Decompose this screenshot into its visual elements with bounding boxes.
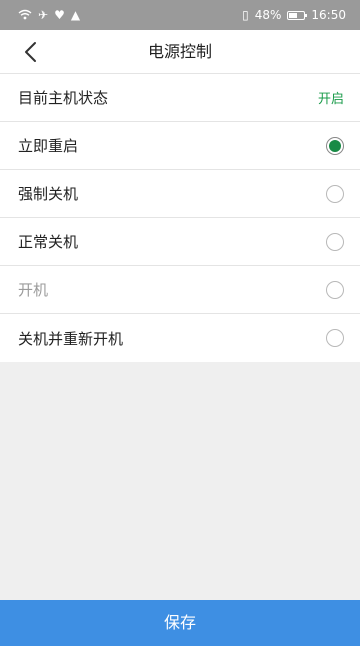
header: 电源控制 xyxy=(0,30,360,74)
option-label: 强制关机 xyxy=(18,185,79,203)
page-title: 电源控制 xyxy=(147,42,212,61)
option-label: 关机并重新开机 xyxy=(18,329,124,348)
airplane-icon: ✈ xyxy=(38,8,49,22)
option-normal-shutdown[interactable]: 正常关机 xyxy=(0,218,360,266)
radio-restart-now[interactable] xyxy=(326,136,344,155)
option-label: 立即重启 xyxy=(18,137,79,155)
battery-percent: 48% xyxy=(254,8,282,22)
current-status-value: 开启 xyxy=(317,92,344,107)
battery-icon xyxy=(287,10,308,20)
option-power-on[interactable]: 开机 xyxy=(0,266,360,314)
warning-icon: ▲ xyxy=(70,8,81,22)
status-bar: ✈ ♥ ▲ ▯ 48% 16:50 xyxy=(0,0,360,30)
current-status-label: 目前主机状态 xyxy=(18,89,109,107)
wifi-icon xyxy=(18,9,32,22)
status-right: ▯ 48% 16:50 xyxy=(242,8,346,22)
heart-icon: ♥ xyxy=(54,8,65,22)
current-status-row: 目前主机状态 开启 xyxy=(0,74,360,122)
option-force-shutdown[interactable]: 强制关机 xyxy=(0,170,360,218)
save-button[interactable]: 保存 xyxy=(0,600,360,646)
option-label: 正常关机 xyxy=(18,233,79,251)
option-restart-now[interactable]: 立即重启 xyxy=(0,122,360,170)
option-label: 开机 xyxy=(18,281,49,299)
status-left: ✈ ♥ ▲ xyxy=(18,9,80,22)
clock: 16:50 xyxy=(311,8,346,22)
radio-shutdown-and-restart[interactable] xyxy=(326,329,344,347)
radio-normal-shutdown[interactable] xyxy=(326,232,344,251)
power-options-list: 目前主机状态 开启 立即重启 强制关机 正常关机 开机 关机并重新开机 xyxy=(0,74,360,362)
option-shutdown-and-restart[interactable]: 关机并重新开机 xyxy=(0,314,360,362)
vibrate-icon: ▯ xyxy=(242,8,249,22)
radio-power-on[interactable] xyxy=(326,280,344,299)
radio-force-shutdown[interactable] xyxy=(326,184,344,203)
